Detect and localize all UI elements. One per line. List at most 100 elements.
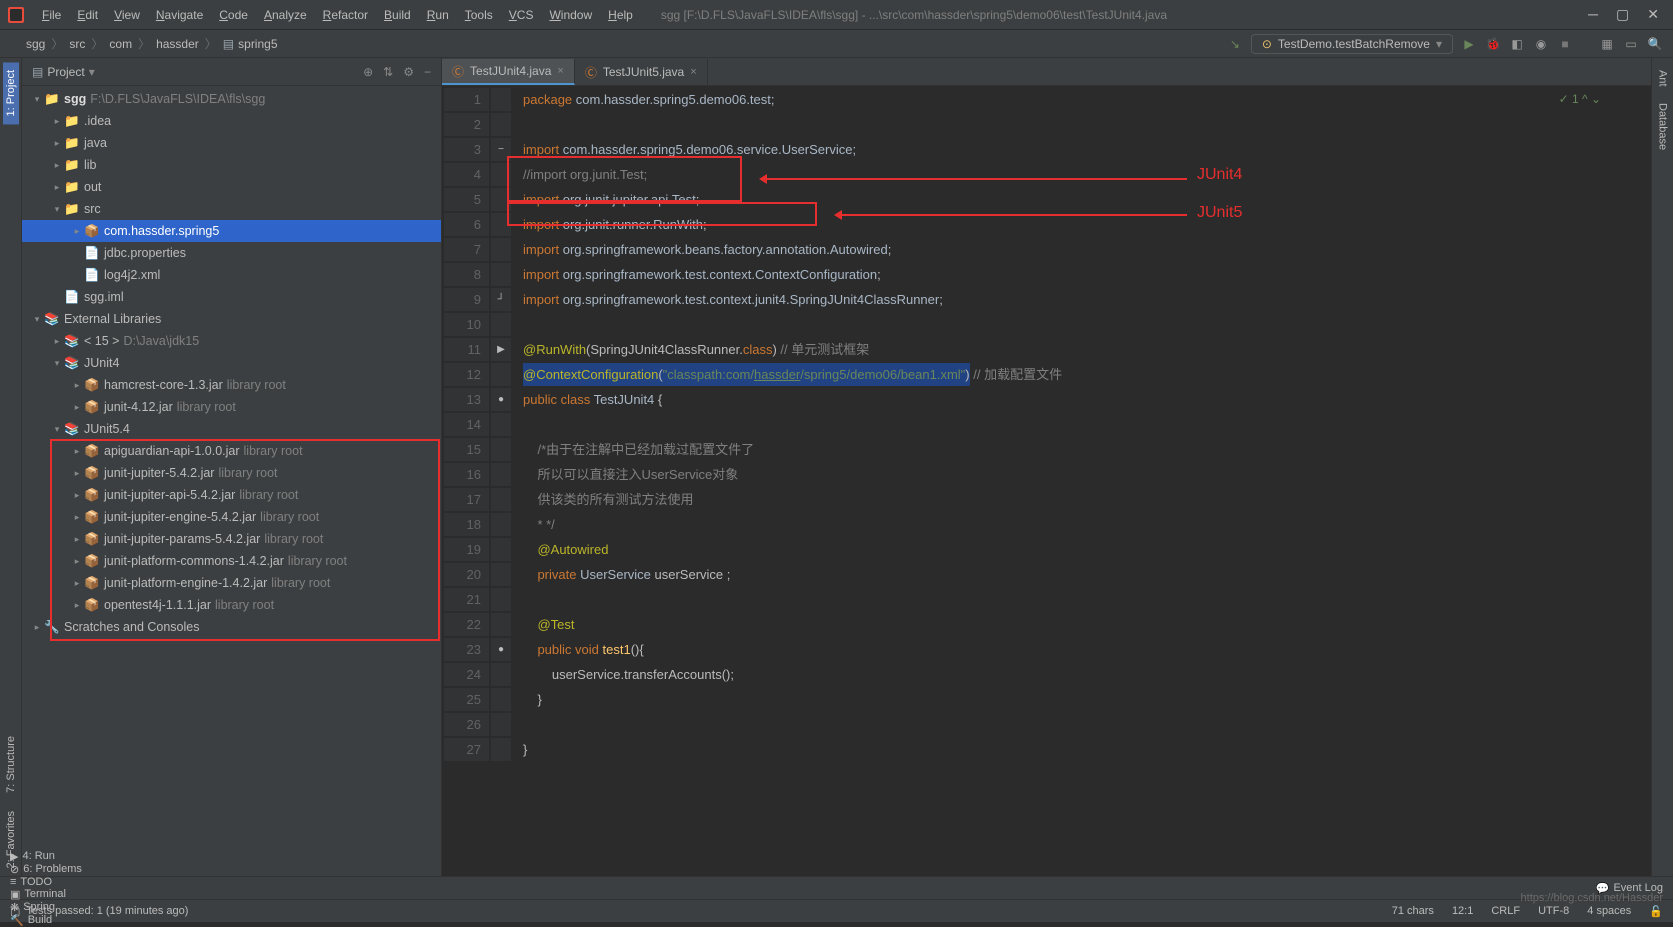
structure-icon[interactable]: ▦ <box>1599 37 1615 51</box>
tree-item[interactable]: 📄sgg.iml <box>22 286 441 308</box>
tab-database[interactable]: Database <box>1655 95 1671 158</box>
editor-tabs: ⒸTestJUnit4.java×ⒸTestJUnit5.java× <box>442 58 1651 86</box>
tree-item[interactable]: 📄jdbc.properties <box>22 242 441 264</box>
tree-item[interactable]: ▾📁src <box>22 198 441 220</box>
tree-item[interactable]: ▸📦junit-jupiter-api-5.4.2.jarlibrary roo… <box>22 484 441 506</box>
menu-window[interactable]: Window <box>541 8 600 22</box>
tree-item[interactable]: ▸📁out <box>22 176 441 198</box>
watermark: https://blog.csdn.net/Hassder <box>1521 892 1663 904</box>
tree-item[interactable]: ▸📦apiguardian-api-1.0.0.jarlibrary root <box>22 440 441 462</box>
chevron-down-icon: ▾ <box>1436 37 1442 51</box>
bottom-tool-terminal[interactable]: ▣Terminal <box>10 888 82 901</box>
menu-code[interactable]: Code <box>211 8 256 22</box>
close-icon[interactable]: × <box>557 65 563 77</box>
breadcrumb[interactable]: com <box>105 37 136 51</box>
breadcrumb[interactable]: ▤spring5 <box>219 37 282 51</box>
tree-item[interactable]: ▸📦opentest4j-1.1.1.jarlibrary root <box>22 594 441 616</box>
tree-item[interactable]: ▸📦junit-jupiter-engine-5.4.2.jarlibrary … <box>22 506 441 528</box>
status-indent[interactable]: 4 spaces <box>1587 905 1631 918</box>
tree-item[interactable]: ▸📦junit-4.12.jarlibrary root <box>22 396 441 418</box>
breadcrumb[interactable]: src <box>65 37 89 51</box>
build-icon[interactable]: ↘ <box>1227 37 1243 51</box>
tree-item[interactable]: ▾📚External Libraries <box>22 308 441 330</box>
java-file-icon: Ⓒ <box>452 63 464 80</box>
tab-structure[interactable]: 7: Structure <box>3 728 19 801</box>
run-icon[interactable]: ▶ <box>1461 37 1477 51</box>
tree-item[interactable]: ▸📁.idea <box>22 110 441 132</box>
status-icon: ▢ <box>10 905 20 918</box>
app-logo-icon <box>8 7 24 23</box>
bottom-toolbar: ▶4: Run⊘6: Problems≡TODO▣Terminal❋Spring… <box>0 876 1673 899</box>
status-position[interactable]: 12:1 <box>1452 905 1473 918</box>
menu-analyze[interactable]: Analyze <box>256 8 315 22</box>
status-line-sep[interactable]: CRLF <box>1491 905 1520 918</box>
breadcrumb[interactable]: hassder <box>152 37 203 51</box>
tree-item[interactable]: ▾📁sggF:\D.FLS\JavaFLS\IDEA\fls\sgg <box>22 88 441 110</box>
menu-refactor[interactable]: Refactor <box>315 8 376 22</box>
tree-item[interactable]: ▸📦hamcrest-core-1.3.jarlibrary root <box>22 374 441 396</box>
coverage-icon[interactable]: ◧ <box>1509 37 1525 51</box>
menu-file[interactable]: File <box>34 8 69 22</box>
tab-favorites[interactable]: 2: Favorites <box>3 803 19 876</box>
layout-icon[interactable]: ▭ <box>1623 37 1639 51</box>
run-config-label: TestDemo.testBatchRemove <box>1278 37 1430 51</box>
tree-item[interactable]: ▸📦junit-platform-commons-1.4.2.jarlibrar… <box>22 550 441 572</box>
tree-item[interactable]: ▸📦junit-platform-engine-1.4.2.jarlibrary… <box>22 572 441 594</box>
titlebar: FileEditViewNavigateCodeAnalyzeRefactorB… <box>0 0 1673 30</box>
tree-item[interactable]: ▾📚JUnit5.4 <box>22 418 441 440</box>
project-tree[interactable]: ▾📁sggF:\D.FLS\JavaFLS\IDEA\fls\sgg▸📁.ide… <box>22 86 441 876</box>
right-tool-strip: Ant Database <box>1651 58 1673 876</box>
status-message: Tests passed: 1 (19 minutes ago) <box>26 905 188 917</box>
tree-item[interactable]: ▸📁java <box>22 132 441 154</box>
tree-item[interactable]: ▸📁lib <box>22 154 441 176</box>
editor-tab[interactable]: ⒸTestJUnit4.java× <box>442 59 575 85</box>
hide-icon[interactable]: − <box>424 65 431 79</box>
tree-item[interactable]: ▸📚< 15 >D:\Java\jdk15 <box>22 330 441 352</box>
breadcrumb[interactable]: sgg <box>22 37 49 51</box>
search-icon[interactable]: 🔍 <box>1647 37 1663 51</box>
menu-view[interactable]: View <box>106 8 148 22</box>
status-encoding[interactable]: UTF-8 <box>1538 905 1569 918</box>
tab-ant[interactable]: Ant <box>1655 62 1671 95</box>
tree-item[interactable]: ▸📦junit-jupiter-5.4.2.jarlibrary root <box>22 462 441 484</box>
menu-navigate[interactable]: Navigate <box>148 8 211 22</box>
lock-icon[interactable]: 🔓 <box>1649 905 1663 918</box>
project-panel-header: ▤ Project ▾ ⊕ ⇅ ⚙ − <box>22 58 441 86</box>
tab-project[interactable]: 1: Project <box>3 62 19 124</box>
run-config-selector[interactable]: ⊙ TestDemo.testBatchRemove ▾ <box>1251 34 1453 54</box>
debug-icon[interactable]: 🐞 <box>1485 37 1501 51</box>
close-icon[interactable]: × <box>690 66 696 78</box>
tree-item[interactable]: ▸📦junit-jupiter-params-5.4.2.jarlibrary … <box>22 528 441 550</box>
settings-icon[interactable]: ⚙ <box>403 65 414 79</box>
tree-item[interactable]: ▸🔧Scratches and Consoles <box>22 616 441 638</box>
code-editor[interactable]: 1package com.hassder.spring5.demo06.test… <box>442 86 1064 763</box>
menu-run[interactable]: Run <box>419 8 457 22</box>
menu-vcs[interactable]: VCS <box>501 8 542 22</box>
test-icon: ⊙ <box>1262 37 1272 51</box>
stop-icon[interactable]: ■ <box>1557 37 1573 51</box>
tree-item[interactable]: ▾📚JUnit4 <box>22 352 441 374</box>
navigation-bar: sgg〉src〉com〉hassder〉▤spring5 ↘ ⊙ TestDem… <box>0 30 1673 58</box>
window-title: sgg [F:\D.FLS\JavaFLS\IDEA\fls\sgg] - ..… <box>661 8 1167 22</box>
tree-item[interactable]: ▸📦com.hassder.spring5 <box>22 220 441 242</box>
inspection-indicator[interactable]: ✓ 1 ^ ⌄ <box>1559 92 1601 106</box>
maximize-icon[interactable]: ▢ <box>1616 6 1629 23</box>
chevron-down-icon[interactable]: ▾ <box>89 65 95 79</box>
left-tool-strip: 1: Project 7: Structure 2: Favorites <box>0 58 22 876</box>
editor-tab[interactable]: ⒸTestJUnit5.java× <box>575 59 708 85</box>
menu-tools[interactable]: Tools <box>457 8 501 22</box>
menu-build[interactable]: Build <box>376 8 419 22</box>
status-bar: ▢ Tests passed: 1 (19 minutes ago) 71 ch… <box>0 899 1673 922</box>
menu-help[interactable]: Help <box>600 8 641 22</box>
select-opened-icon[interactable]: ⊕ <box>363 65 373 79</box>
bottom-tool-todo[interactable]: ≡TODO <box>10 876 82 888</box>
panel-title: Project <box>47 65 84 79</box>
close-icon[interactable]: ✕ <box>1647 6 1659 23</box>
menu-edit[interactable]: Edit <box>69 8 106 22</box>
profile-icon[interactable]: ◉ <box>1533 37 1549 51</box>
expand-all-icon[interactable]: ⇅ <box>383 65 393 79</box>
project-panel: ▤ Project ▾ ⊕ ⇅ ⚙ − ▾📁sggF:\D.FLS\JavaFL… <box>22 58 442 876</box>
annotation-label-junit4: JUnit4 <box>1197 166 1242 184</box>
tree-item[interactable]: 📄log4j2.xml <box>22 264 441 286</box>
minimize-icon[interactable]: ─ <box>1588 6 1598 23</box>
